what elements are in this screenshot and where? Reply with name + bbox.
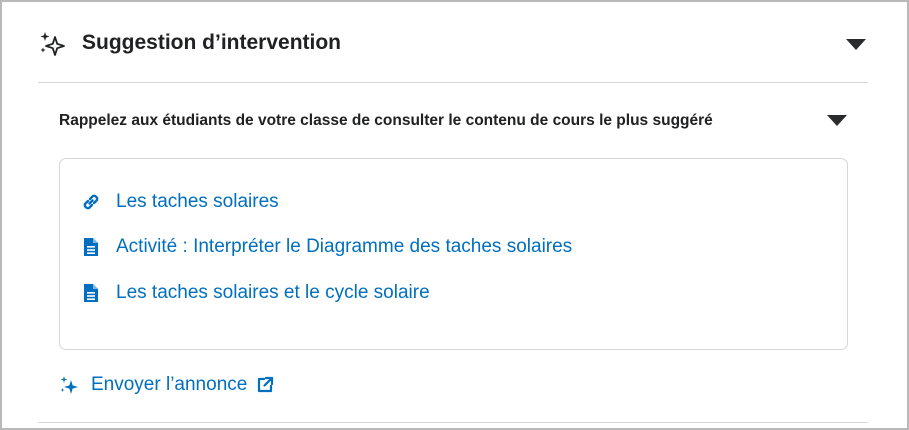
chevron-down-icon[interactable] xyxy=(846,39,866,50)
content-link[interactable]: Les taches solaires xyxy=(116,191,279,213)
intervention-panel: Suggestion d’intervention Rappelez aux é… xyxy=(0,0,909,430)
list-item[interactable]: Activité : Interpréter le Diagramme des … xyxy=(80,232,572,262)
content-list-card: Les taches solaires Activité : Interprét… xyxy=(59,158,848,350)
divider xyxy=(38,422,868,423)
send-announcement-link[interactable]: Envoyer l’annonce xyxy=(59,370,275,400)
panel-header[interactable]: Suggestion d’intervention xyxy=(38,20,868,66)
panel-title: Suggestion d’intervention xyxy=(82,31,342,54)
external-link-icon xyxy=(258,376,274,393)
content-link[interactable]: Activité : Interpréter le Diagramme des … xyxy=(116,236,572,258)
chevron-down-icon[interactable] xyxy=(827,115,847,126)
sparkle-icon xyxy=(40,32,65,56)
list-item[interactable]: Les taches solaires xyxy=(80,187,279,217)
list-item[interactable]: Les taches solaires et le cycle solaire xyxy=(80,278,430,308)
sparkle-icon xyxy=(60,376,78,394)
document-icon xyxy=(84,238,98,256)
link-icon xyxy=(83,194,99,210)
content-link[interactable]: Les taches solaires et le cycle solaire xyxy=(116,282,430,304)
divider xyxy=(38,82,868,83)
send-announcement-label[interactable]: Envoyer l’annonce xyxy=(91,374,247,396)
suggestion-header[interactable]: Rappelez aux étudiants de votre classe d… xyxy=(59,106,867,136)
document-icon xyxy=(84,284,98,302)
suggestion-title: Rappelez aux étudiants de votre classe d… xyxy=(59,112,713,129)
